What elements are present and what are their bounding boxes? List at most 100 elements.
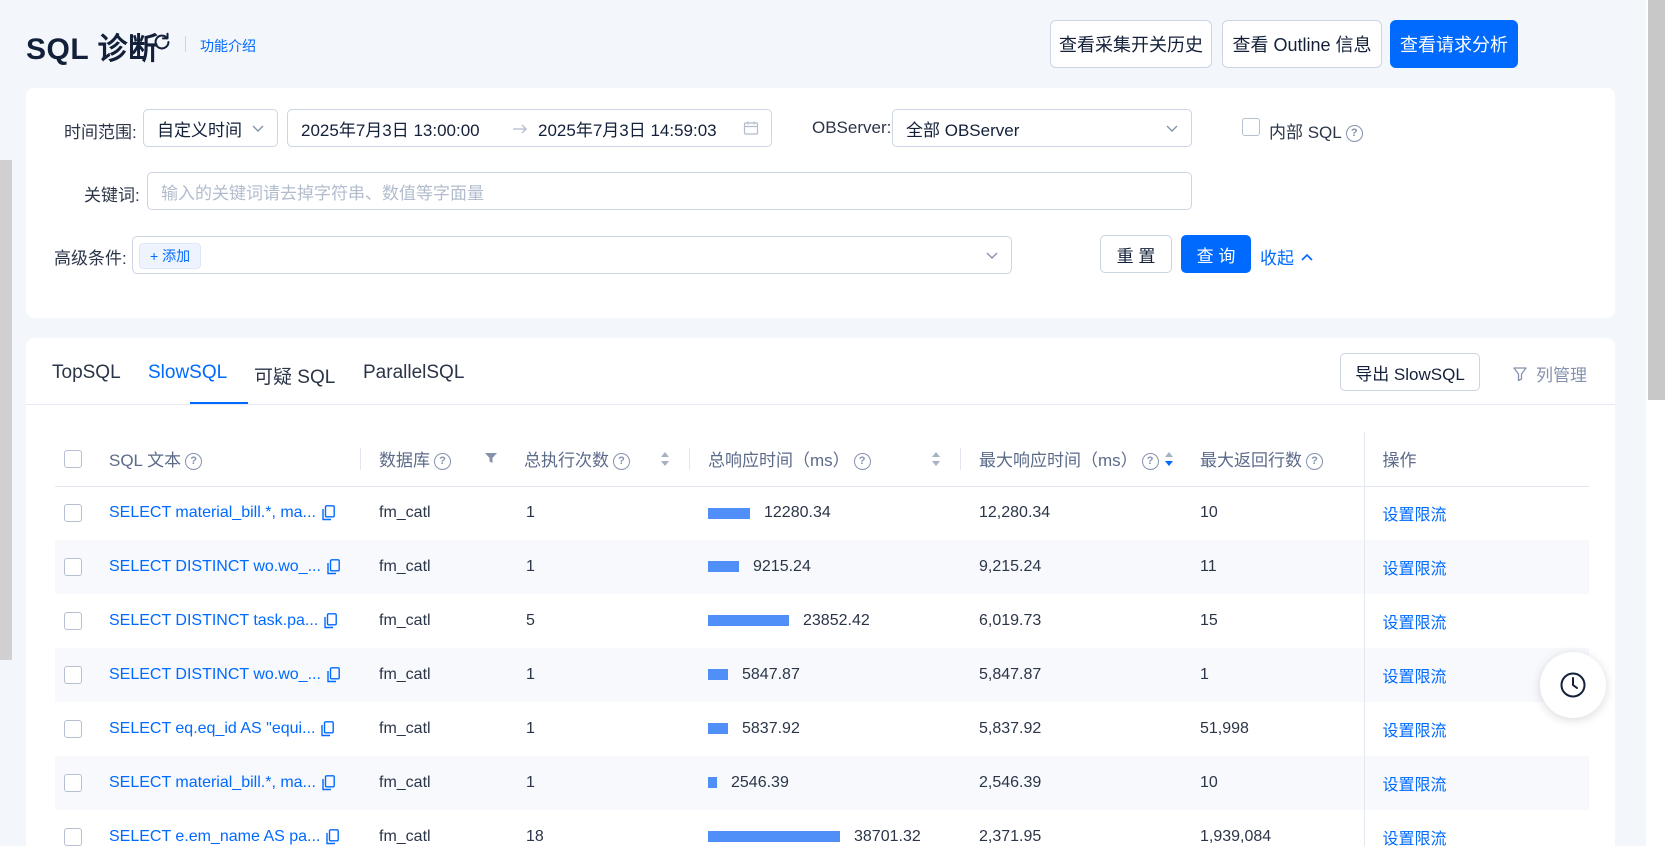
copy-icon[interactable] <box>327 666 340 683</box>
copy-icon[interactable] <box>327 558 340 575</box>
row-checkbox[interactable] <box>64 774 82 792</box>
copy-icon[interactable] <box>324 612 338 629</box>
time-range-value: 自定义时间 <box>157 120 242 140</box>
time-range-select[interactable]: 自定义时间 <box>143 109 278 147</box>
action-cell: 设置限流 <box>1363 594 1589 648</box>
calendar-icon <box>743 121 759 135</box>
slowsql-table: SQL 文本? 数据库? 总执行次数? 总响应时间（ms）? 最大响应时间（ms… <box>55 432 1589 846</box>
request-analysis-button[interactable]: 查看请求分析 <box>1390 20 1518 68</box>
help-icon[interactable]: ? <box>1345 125 1363 143</box>
max-resp-cell: 12,280.34 <box>979 504 1051 522</box>
row-checkbox[interactable] <box>64 666 82 684</box>
action-cell: 设置限流 <box>1363 540 1589 594</box>
sql-text-link[interactable]: SELECT eq.eq_id AS "equi... <box>109 720 315 737</box>
copy-icon[interactable] <box>321 720 335 737</box>
floating-history-button[interactable] <box>1540 652 1606 718</box>
sql-text-link[interactable]: SELECT DISTINCT task.pa... <box>109 612 318 629</box>
help-icon[interactable]: ? <box>853 453 871 471</box>
copy-icon[interactable] <box>322 774 335 791</box>
row-checkbox[interactable] <box>64 558 82 576</box>
sql-text-link[interactable]: SELECT DISTINCT wo.wo_... <box>109 558 321 575</box>
chevron-down-icon <box>986 252 998 259</box>
reset-button[interactable]: 重 置 <box>1100 235 1172 273</box>
row-checkbox[interactable] <box>64 612 82 630</box>
observer-select[interactable]: 全部 OBServer <box>892 109 1192 147</box>
help-icon[interactable]: ? <box>185 453 203 471</box>
collapse-toggle[interactable]: 收起 <box>1260 244 1314 269</box>
set-rate-limit-link[interactable]: 设置限流 <box>1383 723 1447 740</box>
table-row: SELECT material_bill.*, ma... fm_catl 1 254… <box>55 756 1589 810</box>
database-cell: fm_catl <box>379 720 431 737</box>
sql-text-cell: SELECT DISTINCT wo.wo_... <box>109 648 361 702</box>
internal-sql-checkbox[interactable] <box>1242 118 1260 136</box>
tab-suspicious-sql[interactable]: 可疑 SQL <box>254 362 335 389</box>
set-rate-limit-link[interactable]: 设置限流 <box>1383 615 1447 632</box>
copy-icon[interactable] <box>326 828 340 845</box>
table-row: SELECT material_bill.*, ma... fm_catl 1 122… <box>55 486 1589 540</box>
set-rate-limit-link[interactable]: 设置限流 <box>1383 561 1447 578</box>
set-rate-limit-link[interactable]: 设置限流 <box>1383 777 1447 794</box>
total-resp-value: 2546.39 <box>731 774 789 791</box>
vertical-scrollbar-thumb[interactable] <box>1648 0 1665 400</box>
total-resp-value: 38701.32 <box>854 828 921 845</box>
advanced-conditions-select[interactable]: + 添加 <box>132 236 1012 274</box>
row-checkbox[interactable] <box>64 504 82 523</box>
max-rows-cell: 11 <box>1200 540 1364 594</box>
refresh-icon[interactable] <box>151 31 173 53</box>
tab-slowsql[interactable]: SlowSQL <box>148 362 227 384</box>
export-slowsql-button[interactable]: 导出 SlowSQL <box>1340 353 1480 391</box>
help-icon[interactable]: ? <box>1141 453 1159 471</box>
set-rate-limit-link[interactable]: 设置限流 <box>1383 507 1447 524</box>
copy-icon[interactable] <box>322 505 335 521</box>
total-resp-cell: 2546.39 <box>690 756 961 810</box>
help-icon[interactable]: ? <box>1306 453 1323 471</box>
help-icon[interactable]: ? <box>434 453 451 471</box>
sql-text-cell: SELECT e.em_name AS pa... <box>109 810 361 846</box>
sort-desc-icon[interactable] <box>1164 451 1174 467</box>
action-cell: 设置限流 <box>1363 486 1589 540</box>
sql-text-link[interactable]: SELECT material_bill.*, ma... <box>109 504 316 521</box>
sql-text-link[interactable]: SELECT material_bill.*, ma... <box>109 774 316 791</box>
header-max-rows: 最大返回行数? <box>1200 432 1364 487</box>
select-all-cell <box>55 432 109 487</box>
max-resp-cell: 9,215.24 <box>961 540 1200 594</box>
row-select-cell <box>55 594 109 648</box>
sql-text-link[interactable]: SELECT e.em_name AS pa... <box>109 828 320 845</box>
end-time-value: 2025年7月3日 14:59:03 <box>538 120 717 140</box>
set-rate-limit-link[interactable]: 设置限流 <box>1383 831 1447 846</box>
sort-icon[interactable] <box>931 451 941 467</box>
collect-history-button[interactable]: 查看采集开关历史 <box>1050 20 1212 68</box>
header-max-resp-label: 最大响应时间（ms） <box>979 451 1138 471</box>
observer-label: OBServer: <box>812 118 892 137</box>
exec-count-cell: 1 <box>508 540 690 594</box>
set-rate-limit-link[interactable]: 设置限流 <box>1383 669 1447 686</box>
database-cell: fm_catl <box>379 828 431 845</box>
column-management-button[interactable]: 列管理 <box>1512 361 1587 386</box>
outline-info-button[interactable]: 查看 Outline 信息 <box>1222 20 1382 68</box>
database-cell: fm_catl <box>379 612 431 629</box>
keyword-placeholder: 输入的关键词请去掉字符串、数值等字面量 <box>161 183 484 203</box>
column-filter-icon[interactable] <box>484 451 498 465</box>
sql-text-link[interactable]: SELECT DISTINCT wo.wo_... <box>109 666 321 683</box>
filter-icon <box>1513 366 1527 381</box>
tab-parallelsql[interactable]: ParallelSQL <box>363 362 464 384</box>
query-button[interactable]: 查 询 <box>1181 235 1251 273</box>
row-select-cell <box>55 486 109 540</box>
exec-count-cell: 1 <box>526 504 535 522</box>
help-icon[interactable]: ? <box>613 453 630 471</box>
left-edge-scrollbar[interactable] <box>0 160 12 660</box>
max-resp-cell: 5,847.87 <box>961 648 1200 702</box>
add-condition-button[interactable]: + 添加 <box>139 243 202 269</box>
date-range-picker[interactable]: 2025年7月3日 13:00:00 2025年7月3日 14:59:03 <box>287 109 772 147</box>
select-all-checkbox[interactable] <box>64 449 82 468</box>
row-checkbox[interactable] <box>64 828 82 846</box>
total-resp-cell: 38701.32 <box>690 810 961 846</box>
sort-icon[interactable] <box>660 451 670 467</box>
sql-text-cell: SELECT DISTINCT task.pa... <box>109 594 361 648</box>
tab-topsql[interactable]: TopSQL <box>52 362 121 384</box>
row-checkbox[interactable] <box>64 720 82 738</box>
feature-intro-link[interactable]: 功能介绍 <box>200 36 256 56</box>
tab-divider <box>26 404 1615 405</box>
keyword-input[interactable]: 输入的关键词请去掉字符串、数值等字面量 <box>147 172 1192 210</box>
collapse-label: 收起 <box>1260 249 1294 268</box>
